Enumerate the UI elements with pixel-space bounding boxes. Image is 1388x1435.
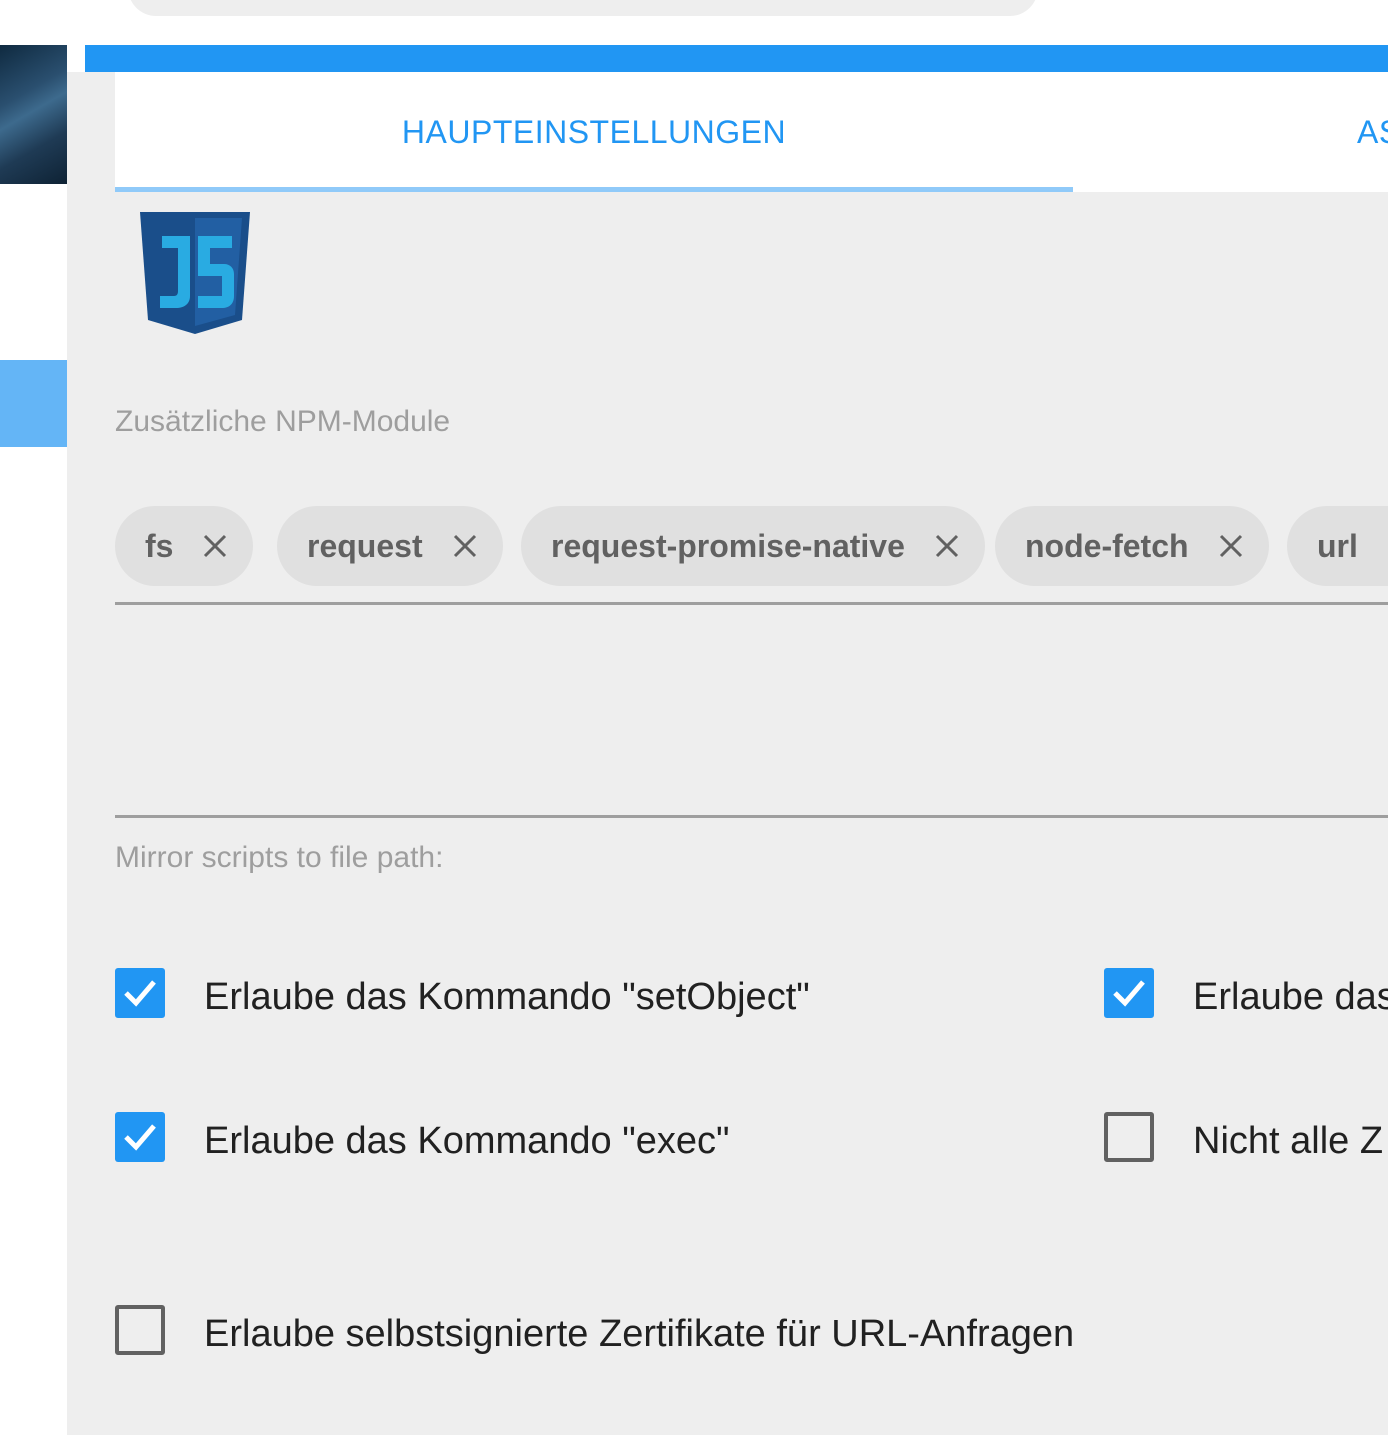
checkmark-icon — [124, 1124, 156, 1151]
tab-bar: HAUPTEINSTELLUNGEN AS — [115, 72, 1388, 192]
second-col-bottom-label: Nicht alle Z — [1193, 1120, 1384, 1162]
search-bar[interactable] — [128, 0, 1038, 16]
checkmark-icon — [1113, 980, 1145, 1007]
second-col-top-label: Erlaube das — [1193, 976, 1388, 1018]
sidebar-image — [0, 45, 67, 184]
mirror-path-underline — [115, 815, 1388, 818]
chip-request-promise-native: request-promise-native — [521, 506, 985, 586]
chip-url: url — [1287, 506, 1388, 586]
javascript-logo — [140, 212, 250, 334]
chip-label: fs — [145, 527, 174, 564]
checkbox-setobject[interactable] — [115, 968, 165, 1018]
close-icon[interactable] — [935, 534, 959, 558]
checkbox-second-col-bottom[interactable] — [1104, 1112, 1154, 1162]
exec-label: Erlaube das Kommando "exec" — [204, 1120, 730, 1162]
close-icon[interactable] — [203, 534, 227, 558]
selfsigned-label: Erlaube selbstsignierte Zertifikate für … — [204, 1313, 1075, 1355]
chip-fs: fs — [115, 506, 254, 586]
checkbox-exec[interactable] — [115, 1112, 165, 1162]
chip-label: request-promise-native — [551, 527, 905, 564]
tab-indicator — [115, 187, 1073, 192]
checkmark-icon — [124, 980, 156, 1007]
close-icon[interactable] — [1219, 534, 1243, 558]
chip-node-fetch: node-fetch — [995, 506, 1269, 586]
setobject-label: Erlaube das Kommando "setObject" — [204, 976, 810, 1018]
chip-label: request — [307, 527, 423, 564]
tab-main-settings[interactable]: HAUPTEINSTELLUNGEN — [115, 72, 1073, 192]
tab-second[interactable]: AS — [1357, 72, 1388, 192]
dialog-header — [85, 45, 1388, 72]
checkbox-selfsigned[interactable] — [115, 1305, 165, 1355]
npm-modules-label: Zusätzliche NPM-Module — [115, 405, 451, 438]
chip-request: request — [277, 506, 503, 586]
close-icon[interactable] — [453, 534, 477, 558]
sidebar-active-item[interactable] — [0, 360, 67, 447]
chip-label: url — [1317, 527, 1358, 564]
settings-panel — [67, 72, 1388, 1435]
chip-label: node-fetch — [1025, 527, 1189, 564]
checkbox-second-col-top[interactable] — [1104, 968, 1154, 1018]
mirror-path-label: Mirror scripts to file path: — [115, 841, 444, 874]
npm-modules-underline — [115, 602, 1388, 605]
